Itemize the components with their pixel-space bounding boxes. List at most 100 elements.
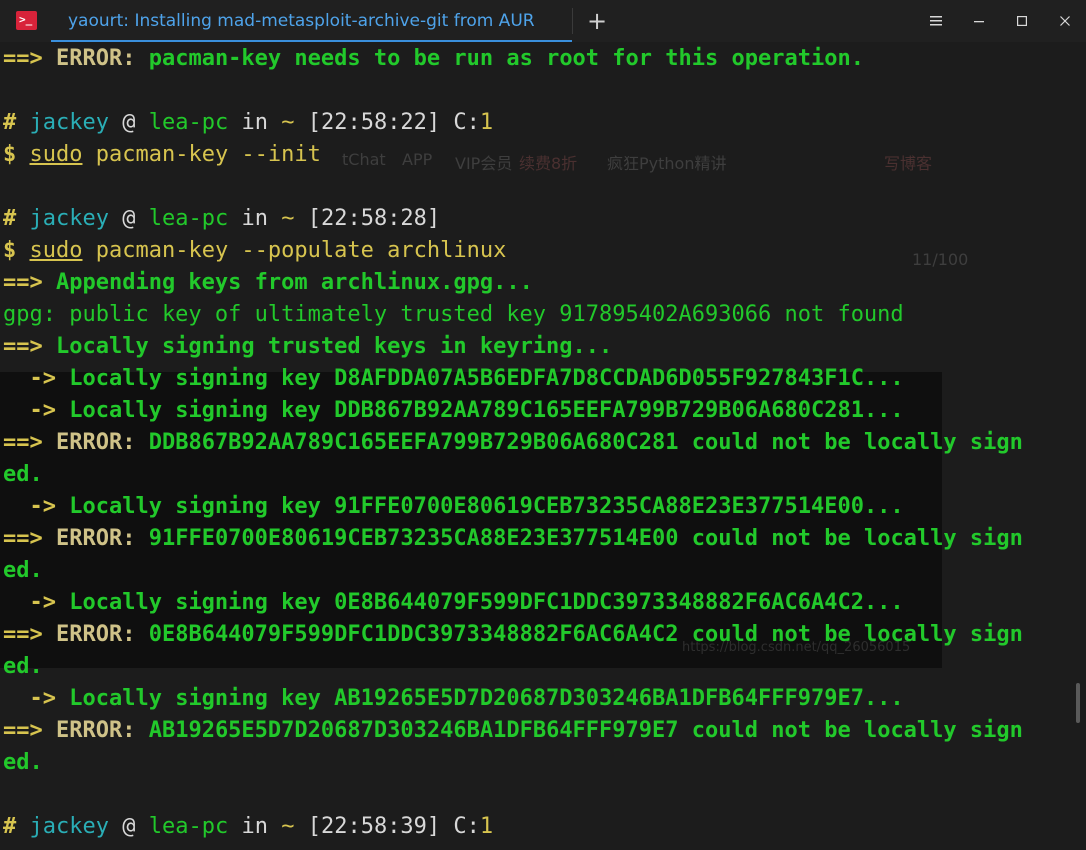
prompt-in: in [241,110,268,135]
terminal-line: ed. [3,459,1086,491]
info-message: Appending keys from archlinux.gpg... [55,270,533,295]
title-bar: >_ yaourt: Installing mad-metasploit-arc… [0,0,1086,42]
sub-arrow-marker: -> [3,494,70,519]
terminal-line: ==> Appending keys from archlinux.gpg... [3,267,1086,299]
terminal-line: # jackey @ lea-pc in ~ [22:58:39] C:1 [3,811,1086,843]
arrow-marker: ==> [3,622,56,647]
prompt-hash: # [3,206,17,231]
command-text: pacman-key --populate archlinux [95,238,507,263]
prompt-exit-code: 1 [479,814,494,839]
tab-active[interactable]: yaourt: Installing mad-metasploit-archiv… [51,0,572,42]
arrow-marker: ==> [3,526,56,551]
sub-message: Locally signing key DDB867B92AA789C165EE… [69,398,904,423]
terminal-line: ed. [3,651,1086,683]
arrow-marker: ==> [3,334,56,359]
prompt-host: lea-pc [148,206,229,231]
scrollbar-thumb[interactable] [1076,683,1080,723]
command-dollar: $ [3,142,17,167]
error-tag: ERROR: [55,718,136,743]
minimize-button[interactable] [957,0,1000,42]
prompt-at: @ [122,814,136,839]
maximize-button[interactable] [1000,0,1043,42]
prompt-user: jackey [29,814,109,839]
terminal-line: ==> ERROR: pacman-key needs to be run as… [3,43,1086,75]
window-controls [914,0,1086,42]
terminal-line: $ sudo pacman-key --populate archlinux [3,235,1086,267]
wrapped-text: ed. [3,654,43,679]
error-message: DDB867B92AA789C165EEFA799B729B06A680C281… [135,430,1023,455]
sub-arrow-marker: -> [3,686,70,711]
wrapped-text: ed. [3,558,43,583]
prompt-user: jackey [29,110,109,135]
error-message: 91FFE0700E80619CEB73235CA88E23E377514E00… [135,526,1023,551]
prompt-in: in [241,814,268,839]
terminal-line: -> Locally signing key DDB867B92AA789C16… [3,395,1086,427]
prompt-exit-label: C: [453,814,480,839]
prompt-path: ~ [281,110,295,135]
prompt-at: @ [122,110,136,135]
error-message: AB19265E5D7D20687D303246BA1DFB64FFF979E7… [135,718,1023,743]
prompt-time: [22:58:22] [307,110,441,135]
prompt-time: [22:58:39] [307,814,441,839]
command-text: pacman-key --init [95,142,321,167]
gpg-message: gpg: public key of ultimately trusted ke… [3,302,904,327]
sub-message: Locally signing key D8AFDDA07A5B6EDFA7D8… [69,366,904,391]
terminal-line: ==> ERROR: AB19265E5D7D20687D303246BA1DF… [3,715,1086,747]
prompt-path: ~ [281,206,295,231]
info-message: Locally signing trusted keys in keyring.… [55,334,613,359]
terminal-line: ==> ERROR: 91FFE0700E80619CEB73235CA88E2… [3,523,1086,555]
sub-message: Locally signing key 0E8B644079F599DFC1DD… [69,590,904,615]
error-tag: ERROR: [55,526,136,551]
prompt-path: ~ [281,814,295,839]
arrow-marker: ==> [3,46,56,71]
command-sudo: sudo [29,142,83,167]
terminal-line: -> Locally signing key 0E8B644079F599DFC… [3,587,1086,619]
error-message: 0E8B644079F599DFC1DDC3973348882F6AC6A4C2… [135,622,1023,647]
terminal-line: ==> ERROR: 0E8B644079F599DFC1DDC39733488… [3,619,1086,651]
terminal-line: ==> ERROR: DDB867B92AA789C165EEFA799B729… [3,427,1086,459]
prompt-hash: # [3,814,17,839]
error-tag: ERROR: [55,622,136,647]
command-sudo: sudo [29,238,83,263]
arrow-marker: ==> [3,718,56,743]
prompt-user: jackey [29,206,109,231]
arrow-marker: ==> [3,430,56,455]
prompt-exit-label: C: [453,110,480,135]
terminal-output[interactable]: ==> ERROR: pacman-key needs to be run as… [3,43,1086,843]
menu-button[interactable] [914,0,957,42]
terminal-line: $ sudo pacman-key --init [3,139,1086,171]
terminal-line: ==> Locally signing trusted keys in keyr… [3,331,1086,363]
terminal-line: -> Locally signing key AB19265E5D7D20687… [3,683,1086,715]
sub-arrow-marker: -> [3,366,70,391]
new-tab-button[interactable]: + [573,0,621,42]
terminal-line: ed. [3,747,1086,779]
arrow-marker: ==> [3,270,56,295]
wrapped-text: ed. [3,462,43,487]
wrapped-text: ed. [3,750,43,775]
error-tag: ERROR: [55,46,136,71]
prompt-time: [22:58:28] [307,206,441,231]
command-dollar: $ [3,238,17,263]
terminal-line: gpg: public key of ultimately trusted ke… [3,299,1086,331]
sub-message: Locally signing key AB19265E5D7D20687D30… [69,686,904,711]
terminal-line: -> Locally signing key 91FFE0700E80619CE… [3,491,1086,523]
maximize-icon [1016,16,1027,26]
tab-title: yaourt: Installing mad-metasploit-archiv… [68,11,535,31]
close-icon [1059,16,1070,26]
terminal-line: -> Locally signing key D8AFDDA07A5B6EDFA… [3,363,1086,395]
terminal-line: ed. [3,555,1086,587]
prompt-in: in [241,206,268,231]
prompt-at: @ [122,206,136,231]
terminal-app-icon: >_ [16,11,37,30]
prompt-hash: # [3,110,17,135]
close-button[interactable] [1043,0,1086,42]
sub-arrow-marker: -> [3,398,70,423]
prompt-host: lea-pc [148,110,229,135]
hamburger-icon [929,16,942,26]
sub-message: Locally signing key 91FFE0700E80619CEB73… [69,494,904,519]
minimize-icon [973,21,984,23]
error-tag: ERROR: [55,430,136,455]
